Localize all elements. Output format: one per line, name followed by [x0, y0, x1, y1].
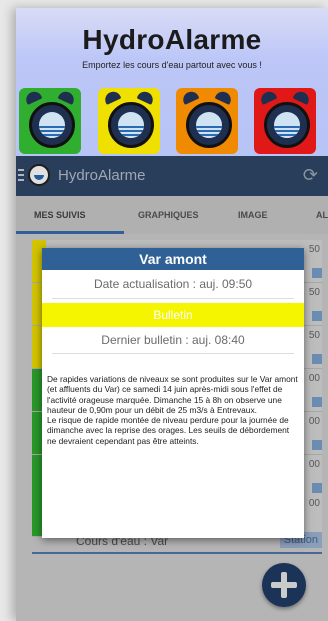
phone-screen: HydroAlarme Emportez les cours d'eau par…: [16, 8, 328, 621]
banner-title: HydroAlarme: [82, 24, 262, 55]
bulletin-text: De rapides variations de niveaux se sont…: [47, 374, 300, 446]
red-alarm-clock-icon: [254, 88, 316, 154]
bulletin-paragraph: De rapides variations de niveaux se sont…: [47, 374, 298, 415]
update-date: Date actualisation : auj. 09:50: [52, 270, 294, 299]
bulletin-paragraph: Le risque de rapide montée de niveau per…: [47, 415, 290, 446]
yellow-alarm-clock-icon: [98, 88, 160, 154]
promo-banner: HydroAlarme Emportez les cours d'eau par…: [16, 8, 328, 156]
green-alarm-clock-icon: [19, 88, 81, 154]
last-bulletin-date: Dernier bulletin : auj. 08:40: [52, 327, 294, 354]
bulletin-dialog: Var amont Date actualisation : auj. 09:5…: [42, 248, 304, 538]
orange-alarm-clock-icon: [176, 88, 238, 154]
banner-subtitle: Emportez les cours d'eau partout avec vo…: [82, 60, 262, 70]
bulletin-button[interactable]: Bulletin: [42, 303, 304, 327]
dialog-title: Var amont: [42, 248, 304, 270]
